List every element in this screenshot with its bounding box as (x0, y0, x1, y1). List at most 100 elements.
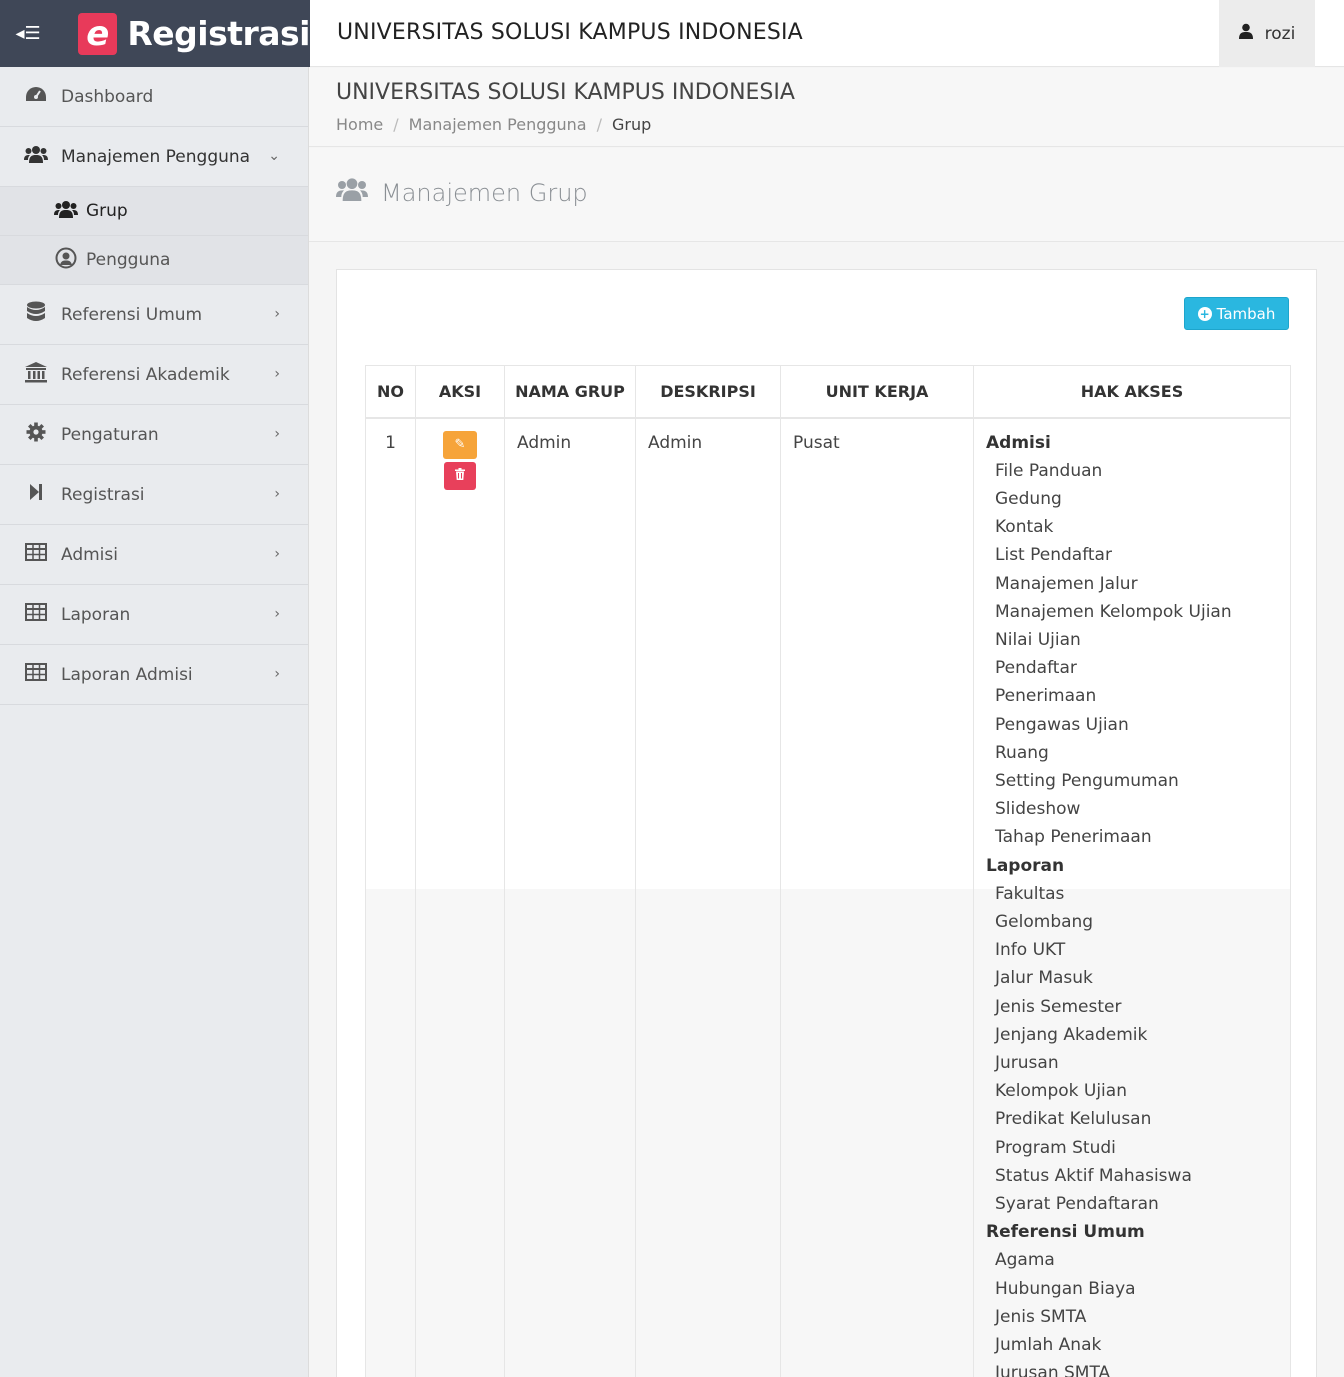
table-icon (24, 663, 48, 686)
hak-akses-item: Status Aktif Mahasiswa (995, 1165, 1192, 1186)
chevron-right-icon: › (274, 486, 280, 502)
hak-akses-item: Jurusan (995, 1052, 1059, 1073)
table-header-row: NO AKSI NAMA GRUP DESKRIPSI UNIT KERJA H… (365, 365, 1291, 419)
hak-akses-item: Tahap Penerimaan (995, 827, 1152, 848)
hak-akses-item: Nilai Ujian (995, 629, 1081, 650)
table-icon (24, 543, 48, 566)
sidebar-item-admisi[interactable]: Admisi › (0, 525, 308, 585)
user-icon (1238, 23, 1253, 44)
breadcrumb-current: Grup (612, 115, 652, 134)
col-header-nama-grup[interactable]: NAMA GRUP (504, 365, 636, 419)
dashboard-icon (24, 85, 48, 108)
sidebar-item-label: Registrasi (61, 484, 145, 505)
user-circle-icon (54, 247, 78, 274)
hak-akses-item: Gedung (995, 488, 1062, 509)
sidebar-subitem-label: Pengguna (86, 250, 171, 270)
hak-akses-item: Jenis SMTA (995, 1306, 1087, 1327)
trash-icon (455, 467, 465, 484)
col-header-hak-akses[interactable]: HAK AKSES (973, 365, 1291, 419)
col-header-no[interactable]: NO (365, 365, 416, 419)
hak-akses-item: Setting Pengumuman (995, 770, 1179, 791)
cell-unit-kerja: Pusat (780, 417, 974, 1377)
hak-akses-item: Manajemen Kelompok Ujian (995, 601, 1232, 622)
col-header-unit-kerja[interactable]: UNIT KERJA (780, 365, 974, 419)
hak-akses-item: Kontak (995, 517, 1054, 538)
add-button[interactable]: + Tambah (1184, 297, 1289, 330)
chevron-right-icon: › (274, 606, 280, 622)
sidebar-item-label: Admisi (61, 544, 118, 565)
sidebar-item-registrasi[interactable]: Registrasi › (0, 465, 308, 525)
col-header-aksi[interactable]: AKSI (415, 365, 505, 419)
sidebar-subitem-pengguna[interactable]: Pengguna (0, 236, 308, 285)
hak-akses-item: Penerimaan (995, 686, 1097, 707)
chevron-right-icon: › (274, 666, 280, 682)
hak-akses-item: Fakultas (995, 883, 1065, 904)
sidebar-toggle-button[interactable]: ◂☰ (0, 0, 56, 67)
sidebar-item-label: Referensi Umum (61, 304, 203, 325)
user-menu[interactable]: rozi (1219, 0, 1315, 67)
chevron-right-icon: › (274, 366, 280, 382)
topbar-title: UNIVERSITAS SOLUSI KAMPUS INDONESIA (337, 20, 803, 45)
plus-circle-icon: + (1197, 306, 1212, 321)
brand-area: ◂☰ e Registrasi (0, 0, 310, 67)
hak-akses-group: Admisi (986, 432, 1051, 453)
hak-akses-group: Laporan (986, 855, 1065, 876)
users-icon (336, 176, 368, 209)
hak-akses-item: File Panduan (995, 460, 1103, 481)
breadcrumb-home[interactable]: Home (336, 115, 383, 134)
hak-akses-item: Gelombang (995, 911, 1094, 932)
sidebar-subitem-grup[interactable]: Grup (0, 187, 308, 236)
hak-akses-item: Jenis Semester (995, 996, 1122, 1017)
cell-no: 1 (365, 417, 416, 1377)
hak-akses-item: Pengawas Ujian (995, 714, 1129, 735)
chevron-right-icon: › (274, 546, 280, 562)
gear-icon (24, 422, 48, 447)
sidebar-item-manajemen-pengguna[interactable]: Manajemen Pengguna ⌄ (0, 127, 308, 187)
hak-akses-item: Ruang (995, 742, 1049, 763)
cell-deskripsi: Admin (635, 417, 781, 1377)
page-heading: Manajemen Grup (309, 148, 1344, 242)
sidebar-item-laporan-admisi[interactable]: Laporan Admisi › (0, 645, 308, 705)
hak-akses-item: Agama (995, 1250, 1055, 1271)
breadcrumb-separator: / (596, 115, 602, 134)
hak-akses-item: Pendaftar (995, 658, 1077, 679)
sidebar-item-laporan[interactable]: Laporan › (0, 585, 308, 645)
sidebar-item-referensi-akademik[interactable]: Referensi Akademik › (0, 345, 308, 405)
users-icon (24, 145, 48, 168)
table-icon (24, 603, 48, 626)
sidebar-item-label: Manajemen Pengguna (61, 146, 251, 167)
hak-akses-group: Referensi Umum (986, 1222, 1145, 1243)
chevron-down-icon: ⌄ (268, 148, 280, 164)
hak-akses-item: Kelompok Ujian (995, 1081, 1127, 1102)
cell-nama-grup: Admin (504, 417, 636, 1377)
menu-icon: ◂☰ (15, 23, 41, 44)
hak-akses-item: Syarat Pendaftaran (995, 1193, 1159, 1214)
breadcrumb-manajemen-pengguna[interactable]: Manajemen Pengguna (409, 115, 587, 134)
chevron-right-icon: › (274, 306, 280, 322)
sidebar-item-pengaturan[interactable]: Pengaturan › (0, 405, 308, 465)
logo-icon: e (78, 12, 118, 55)
sidebar-item-dashboard[interactable]: Dashboard (0, 67, 308, 127)
breadcrumb: Home / Manajemen Pengguna / Grup (336, 115, 651, 134)
col-header-deskripsi[interactable]: DESKRIPSI (635, 365, 781, 419)
users-icon (54, 200, 78, 223)
hak-akses-item: Program Studi (995, 1137, 1116, 1158)
content-header: UNIVERSITAS SOLUSI KAMPUS INDONESIA Home… (309, 68, 1344, 147)
brand-name: Registrasi (127, 14, 310, 53)
sidebar-item-referensi-umum[interactable]: Referensi Umum › (0, 285, 308, 345)
page-title: Manajemen Grup (381, 179, 588, 207)
hak-akses-item: Jalur Masuk (995, 968, 1093, 989)
database-icon (24, 301, 48, 328)
sidebar: Dashboard Manajemen Pengguna ⌄ Grup Peng… (0, 67, 309, 1377)
edit-button[interactable]: ✎ (443, 430, 477, 459)
chevron-right-icon: › (274, 426, 280, 442)
delete-button[interactable] (444, 461, 476, 490)
content-title: UNIVERSITAS SOLUSI KAMPUS INDONESIA (336, 80, 795, 105)
cell-aksi: ✎ (415, 417, 505, 1377)
hak-akses-item: Manajemen Jalur (995, 573, 1138, 594)
group-table: NO AKSI NAMA GRUP DESKRIPSI UNIT KERJA H… (365, 365, 1291, 1377)
sidebar-item-label: Laporan (61, 604, 131, 625)
step-forward-icon (24, 483, 48, 506)
sidebar-item-label: Referensi Akademik (61, 364, 230, 385)
hak-akses-item: Jumlah Anak (995, 1335, 1102, 1355)
